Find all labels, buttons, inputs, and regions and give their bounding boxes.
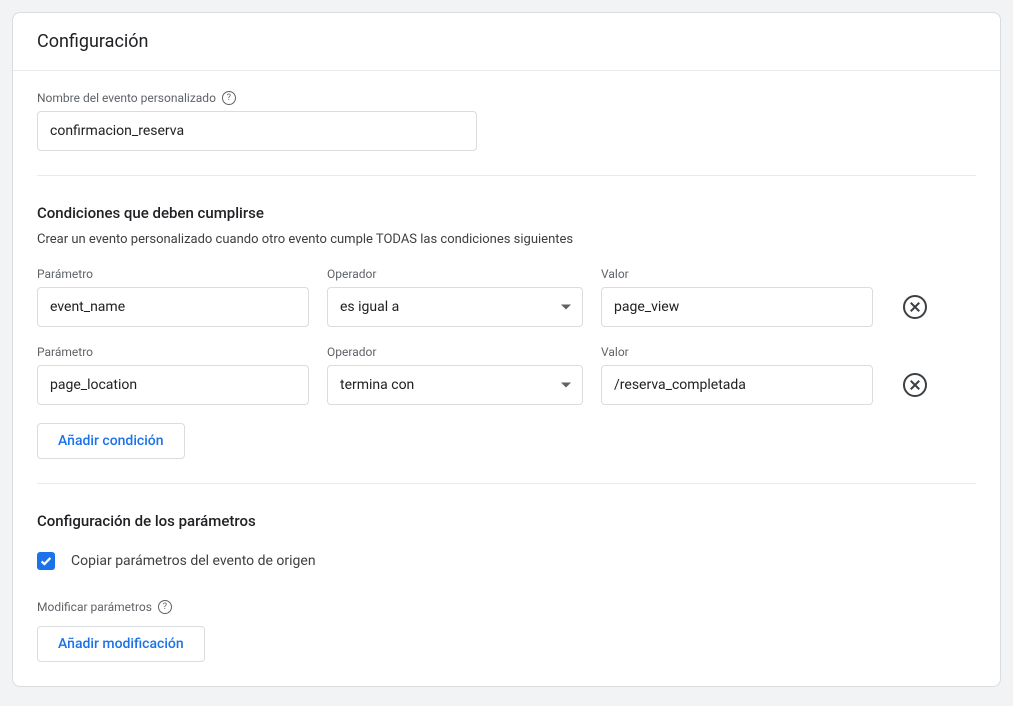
- condition-row: Parámetro Operador termina con Valor: [37, 345, 976, 405]
- conditions-title: Condiciones que deben cumplirse: [37, 204, 976, 222]
- help-icon[interactable]: ?: [222, 91, 236, 105]
- value-input[interactable]: [601, 287, 873, 327]
- value-column-label: Valor: [601, 267, 873, 281]
- divider: [37, 483, 976, 484]
- remove-condition-button[interactable]: [903, 295, 927, 319]
- parameter-column-label: Parámetro: [37, 267, 309, 281]
- parameters-title: Configuración de los parámetros: [37, 512, 976, 530]
- conditions-section: Condiciones que deben cumplirse Crear un…: [37, 204, 976, 459]
- event-name-label: Nombre del evento personalizado: [37, 91, 216, 105]
- add-modification-button[interactable]: Añadir modificación: [37, 626, 205, 662]
- copy-parameters-label: Copiar parámetros del evento de origen: [71, 553, 316, 569]
- event-name-section: Nombre del evento personalizado ?: [37, 91, 976, 151]
- operator-column-label: Operador: [327, 267, 583, 281]
- divider: [37, 175, 976, 176]
- copy-parameters-checkbox[interactable]: [37, 552, 55, 570]
- parameter-column-label: Parámetro: [37, 345, 309, 359]
- operator-select-value: es igual a: [340, 299, 399, 315]
- operator-select[interactable]: termina con: [327, 365, 583, 405]
- operator-column-label: Operador: [327, 345, 583, 359]
- add-condition-button[interactable]: Añadir condición: [37, 423, 185, 459]
- value-column-label: Valor: [601, 345, 873, 359]
- configuration-card: Configuración Nombre del evento personal…: [12, 12, 1001, 687]
- operator-select-value: termina con: [340, 377, 414, 393]
- help-icon[interactable]: ?: [158, 600, 172, 614]
- event-name-input[interactable]: [37, 111, 477, 151]
- modify-parameters-label: Modificar parámetros: [37, 600, 152, 614]
- conditions-description: Crear un evento personalizado cuando otr…: [37, 232, 976, 247]
- condition-row: Parámetro Operador es igual a Valor: [37, 267, 976, 327]
- operator-select[interactable]: es igual a: [327, 287, 583, 327]
- card-header: Configuración: [13, 13, 1000, 71]
- card-title: Configuración: [37, 31, 976, 52]
- parameter-input[interactable]: [37, 365, 309, 405]
- remove-condition-button[interactable]: [903, 373, 927, 397]
- parameter-input[interactable]: [37, 287, 309, 327]
- value-input[interactable]: [601, 365, 873, 405]
- check-icon: [39, 554, 53, 568]
- parameters-section: Configuración de los parámetros Copiar p…: [37, 512, 976, 662]
